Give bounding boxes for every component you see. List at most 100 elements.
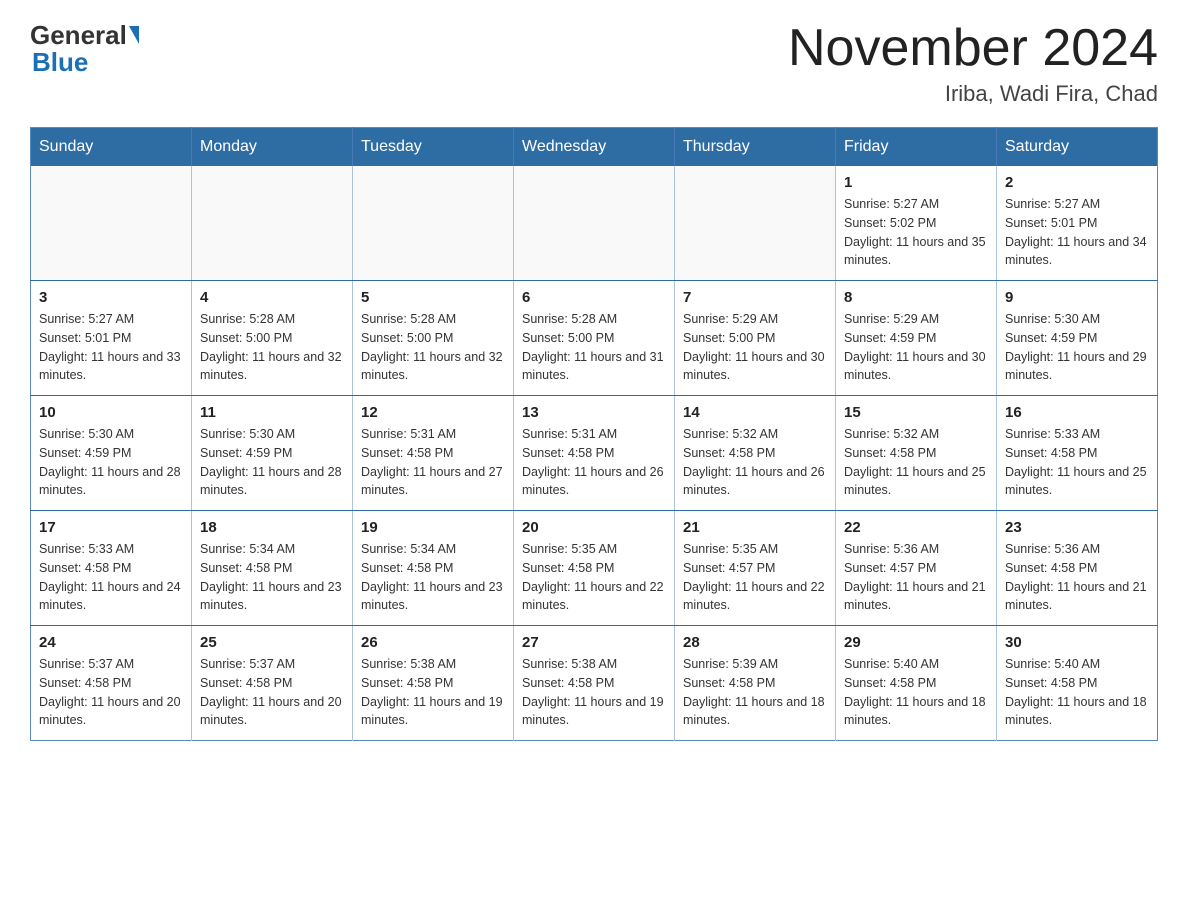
day-info: Sunrise: 5:31 AM Sunset: 4:58 PM Dayligh…	[522, 425, 666, 500]
day-number: 25	[200, 634, 344, 651]
title-area: November 2024 Iriba, Wadi Fira, Chad	[788, 20, 1158, 107]
calendar-cell: 22 Sunrise: 5:36 AM Sunset: 4:57 PM Dayli…	[836, 511, 997, 626]
calendar-week-row: 1 Sunrise: 5:27 AM Sunset: 5:02 PM Daylig…	[31, 166, 1158, 281]
day-info: Sunrise: 5:34 AM Sunset: 4:58 PM Dayligh…	[200, 540, 344, 615]
day-number: 19	[361, 519, 505, 536]
day-info: Sunrise: 5:27 AM Sunset: 5:01 PM Dayligh…	[1005, 195, 1149, 270]
day-number: 10	[39, 404, 183, 421]
calendar-cell: 15 Sunrise: 5:32 AM Sunset: 4:58 PM Dayli…	[836, 396, 997, 511]
calendar-week-row: 24 Sunrise: 5:37 AM Sunset: 4:58 PM Dayli…	[31, 626, 1158, 741]
calendar-cell: 6 Sunrise: 5:28 AM Sunset: 5:00 PM Daylig…	[514, 281, 675, 396]
day-info: Sunrise: 5:29 AM Sunset: 5:00 PM Dayligh…	[683, 310, 827, 385]
day-number: 29	[844, 634, 988, 651]
day-info: Sunrise: 5:36 AM Sunset: 4:58 PM Dayligh…	[1005, 540, 1149, 615]
calendar-header-tuesday: Tuesday	[353, 128, 514, 167]
day-number: 26	[361, 634, 505, 651]
calendar-cell: 29 Sunrise: 5:40 AM Sunset: 4:58 PM Dayli…	[836, 626, 997, 741]
day-info: Sunrise: 5:37 AM Sunset: 4:58 PM Dayligh…	[200, 655, 344, 730]
day-number: 2	[1005, 174, 1149, 191]
day-number: 24	[39, 634, 183, 651]
day-info: Sunrise: 5:28 AM Sunset: 5:00 PM Dayligh…	[361, 310, 505, 385]
calendar-cell: 12 Sunrise: 5:31 AM Sunset: 4:58 PM Dayli…	[353, 396, 514, 511]
day-info: Sunrise: 5:40 AM Sunset: 4:58 PM Dayligh…	[844, 655, 988, 730]
day-info: Sunrise: 5:34 AM Sunset: 4:58 PM Dayligh…	[361, 540, 505, 615]
day-number: 16	[1005, 404, 1149, 421]
logo-blue-text: Blue	[32, 47, 88, 78]
calendar-cell: 28Sunrise: 5:39 AM Sunset: 4:58 PM Dayli…	[675, 626, 836, 741]
day-info: Sunrise: 5:28 AM Sunset: 5:00 PM Dayligh…	[200, 310, 344, 385]
day-number: 22	[844, 519, 988, 536]
logo: General Blue	[30, 20, 139, 78]
calendar-header-saturday: Saturday	[997, 128, 1158, 167]
month-title: November 2024	[788, 20, 1158, 77]
day-number: 6	[522, 289, 666, 306]
day-number: 30	[1005, 634, 1149, 651]
calendar-header-sunday: Sunday	[31, 128, 192, 167]
day-number: 14	[683, 404, 827, 421]
day-number: 7	[683, 289, 827, 306]
calendar-cell: 9Sunrise: 5:30 AM Sunset: 4:59 PM Daylig…	[997, 281, 1158, 396]
calendar-week-row: 10 Sunrise: 5:30 AM Sunset: 4:59 PM Dayli…	[31, 396, 1158, 511]
calendar-cell: 7 Sunrise: 5:29 AM Sunset: 5:00 PM Daylig…	[675, 281, 836, 396]
calendar-week-row: 17 Sunrise: 5:33 AM Sunset: 4:58 PM Dayli…	[31, 511, 1158, 626]
day-info: Sunrise: 5:27 AM Sunset: 5:01 PM Dayligh…	[39, 310, 183, 385]
header: General Blue November 2024 Iriba, Wadi F…	[30, 20, 1158, 107]
day-number: 12	[361, 404, 505, 421]
day-info: Sunrise: 5:31 AM Sunset: 4:58 PM Dayligh…	[361, 425, 505, 500]
calendar-cell: 2 Sunrise: 5:27 AM Sunset: 5:01 PM Daylig…	[997, 166, 1158, 281]
calendar-header-monday: Monday	[192, 128, 353, 167]
day-number: 11	[200, 404, 344, 421]
day-info: Sunrise: 5:30 AM Sunset: 4:59 PM Dayligh…	[200, 425, 344, 500]
calendar-cell	[31, 166, 192, 281]
day-info: Sunrise: 5:35 AM Sunset: 4:58 PM Dayligh…	[522, 540, 666, 615]
day-info: Sunrise: 5:29 AM Sunset: 4:59 PM Dayligh…	[844, 310, 988, 385]
day-number: 3	[39, 289, 183, 306]
calendar-cell: 5 Sunrise: 5:28 AM Sunset: 5:00 PM Daylig…	[353, 281, 514, 396]
day-info: Sunrise: 5:33 AM Sunset: 4:58 PM Dayligh…	[39, 540, 183, 615]
day-info: Sunrise: 5:30 AM Sunset: 4:59 PM Dayligh…	[1005, 310, 1149, 385]
day-number: 23	[1005, 519, 1149, 536]
day-info: Sunrise: 5:32 AM Sunset: 4:58 PM Dayligh…	[683, 425, 827, 500]
day-info: Sunrise: 5:38 AM Sunset: 4:58 PM Dayligh…	[361, 655, 505, 730]
day-info: Sunrise: 5:33 AM Sunset: 4:58 PM Dayligh…	[1005, 425, 1149, 500]
calendar-cell: 13 Sunrise: 5:31 AM Sunset: 4:58 PM Dayli…	[514, 396, 675, 511]
day-number: 17	[39, 519, 183, 536]
day-number: 27	[522, 634, 666, 651]
day-number: 1	[844, 174, 988, 191]
calendar-cell: 25 Sunrise: 5:37 AM Sunset: 4:58 PM Dayli…	[192, 626, 353, 741]
day-info: Sunrise: 5:36 AM Sunset: 4:57 PM Dayligh…	[844, 540, 988, 615]
calendar-header-row: SundayMondayTuesdayWednesdayThursdayFrid…	[31, 128, 1158, 167]
day-number: 13	[522, 404, 666, 421]
day-info: Sunrise: 5:28 AM Sunset: 5:00 PM Dayligh…	[522, 310, 666, 385]
calendar-cell: 27 Sunrise: 5:38 AM Sunset: 4:58 PM Dayli…	[514, 626, 675, 741]
calendar-cell: 14 Sunrise: 5:32 AM Sunset: 4:58 PM Dayli…	[675, 396, 836, 511]
calendar-cell: 19 Sunrise: 5:34 AM Sunset: 4:58 PM Dayli…	[353, 511, 514, 626]
calendar-cell	[353, 166, 514, 281]
calendar-cell: 4Sunrise: 5:28 AM Sunset: 5:00 PM Daylig…	[192, 281, 353, 396]
day-info: Sunrise: 5:27 AM Sunset: 5:02 PM Dayligh…	[844, 195, 988, 270]
calendar-table: SundayMondayTuesdayWednesdayThursdayFrid…	[30, 127, 1158, 741]
day-number: 21	[683, 519, 827, 536]
calendar-cell: 11 Sunrise: 5:30 AM Sunset: 4:59 PM Dayli…	[192, 396, 353, 511]
calendar-cell	[675, 166, 836, 281]
day-number: 5	[361, 289, 505, 306]
calendar-cell: 26 Sunrise: 5:38 AM Sunset: 4:58 PM Dayli…	[353, 626, 514, 741]
calendar-cell: 10Sunrise: 5:30 AM Sunset: 4:59 PM Dayli…	[31, 396, 192, 511]
calendar-cell: 17 Sunrise: 5:33 AM Sunset: 4:58 PM Dayli…	[31, 511, 192, 626]
day-info: Sunrise: 5:32 AM Sunset: 4:58 PM Dayligh…	[844, 425, 988, 500]
calendar-cell: 1 Sunrise: 5:27 AM Sunset: 5:02 PM Daylig…	[836, 166, 997, 281]
day-number: 15	[844, 404, 988, 421]
calendar-week-row: 3 Sunrise: 5:27 AM Sunset: 5:01 PM Daylig…	[31, 281, 1158, 396]
calendar-cell: 3 Sunrise: 5:27 AM Sunset: 5:01 PM Daylig…	[31, 281, 192, 396]
calendar-header-thursday: Thursday	[675, 128, 836, 167]
calendar-header-wednesday: Wednesday	[514, 128, 675, 167]
calendar-cell	[192, 166, 353, 281]
calendar-cell: 21 Sunrise: 5:35 AM Sunset: 4:57 PM Dayli…	[675, 511, 836, 626]
location-title: Iriba, Wadi Fira, Chad	[788, 81, 1158, 107]
calendar-cell: 24Sunrise: 5:37 AM Sunset: 4:58 PM Dayli…	[31, 626, 192, 741]
calendar-cell: 8Sunrise: 5:29 AM Sunset: 4:59 PM Daylig…	[836, 281, 997, 396]
day-info: Sunrise: 5:35 AM Sunset: 4:57 PM Dayligh…	[683, 540, 827, 615]
calendar-cell: 16 Sunrise: 5:33 AM Sunset: 4:58 PM Dayli…	[997, 396, 1158, 511]
day-info: Sunrise: 5:38 AM Sunset: 4:58 PM Dayligh…	[522, 655, 666, 730]
day-number: 18	[200, 519, 344, 536]
